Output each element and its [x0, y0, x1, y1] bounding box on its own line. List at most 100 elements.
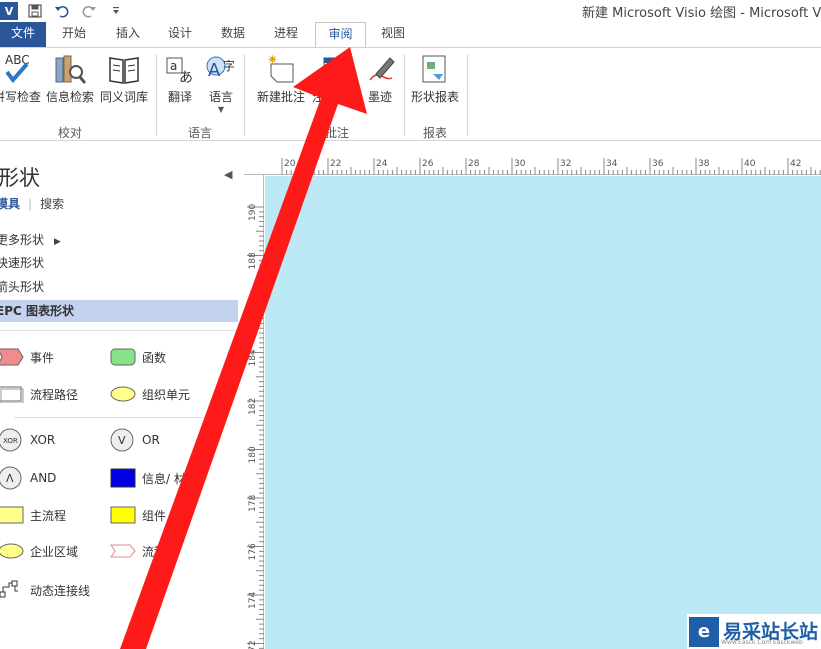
- event-shape-icon: [0, 348, 24, 366]
- save-icon[interactable]: [26, 2, 44, 20]
- shape-organizational-unit[interactable]: 组织单元: [110, 382, 190, 406]
- stencil-arrow-shapes[interactable]: 箭头形状: [0, 276, 44, 298]
- tab-view[interactable]: 视图: [371, 22, 415, 47]
- language-icon: A 字: [205, 52, 237, 86]
- group-label-proofing: 校对: [58, 126, 83, 140]
- ruler-label: 180: [248, 446, 258, 463]
- panel-title: 形状: [0, 166, 40, 190]
- shape-event[interactable]: 事件: [0, 345, 54, 369]
- shape-or[interactable]: V OR: [110, 428, 160, 452]
- language-button[interactable]: A 字 语言 ▼: [203, 52, 239, 114]
- group-separator: [244, 54, 245, 136]
- comments-pane-icon: [320, 52, 352, 86]
- information-shape-icon: [110, 468, 136, 488]
- site-watermark: e 易采站长站 Www.Easck.Com Easckweb: [687, 614, 821, 649]
- vertical-ruler: 190 188 186 184 182 180 178 176 174 172: [244, 175, 264, 649]
- tab-review[interactable]: 审阅: [315, 22, 366, 48]
- translate-button[interactable]: a あ 翻译: [162, 52, 198, 105]
- shape-dynamic-connector[interactable]: 动态连接线: [0, 578, 90, 602]
- stencil-more-shapes[interactable]: 更多形状 ▶: [0, 229, 61, 251]
- svg-text:A: A: [208, 60, 221, 81]
- shape-enterprise-area[interactable]: 企业区域: [0, 539, 78, 563]
- ruler-label: 24: [376, 159, 388, 169]
- svg-text:Λ: Λ: [6, 472, 14, 485]
- svg-text:あ: あ: [179, 70, 193, 86]
- tab-insert[interactable]: 插入: [106, 22, 150, 47]
- or-shape-icon: V: [110, 428, 134, 452]
- panel-tabs: 模具 | 搜索: [0, 195, 64, 212]
- component-shape-icon: [110, 506, 136, 524]
- process-group-shape-icon: [110, 544, 136, 558]
- tab-stencils[interactable]: 模具: [0, 197, 20, 211]
- drawing-page[interactable]: [265, 176, 821, 649]
- shape-xor[interactable]: XOR XOR: [0, 428, 55, 452]
- spellcheck-button[interactable]: ABC 拼写检查: [0, 52, 42, 105]
- research-button[interactable]: 信息检索: [44, 52, 96, 105]
- title-bar: V 新建 Microsoft Visio 绘图 - Microsoft Visi…: [0, 0, 821, 22]
- shape-information-material[interactable]: 信息/ 材料: [110, 466, 198, 490]
- group-separator: [404, 54, 405, 136]
- and-shape-icon: Λ: [0, 466, 22, 490]
- shape-function[interactable]: 函数: [110, 345, 166, 369]
- horizontal-ruler: 20 22 24 26 28 30 32 34 36 38 40 42: [244, 155, 821, 175]
- ruler-label: 36: [652, 159, 664, 169]
- svg-text:a: a: [170, 59, 177, 73]
- group-label-language: 语言: [188, 126, 213, 140]
- new-comment-button[interactable]: ✷ 新建批注: [252, 52, 310, 105]
- ruler-label: 42: [790, 159, 801, 169]
- ribbon-tabs: 文件 开始 插入 设计 数据 进程 审阅 视图: [0, 22, 821, 48]
- ruler-label: 28: [468, 159, 480, 169]
- customize-qat-icon[interactable]: [107, 2, 125, 20]
- redo-icon[interactable]: [80, 2, 98, 20]
- comments-pane-button[interactable]: 注释窗格: [312, 52, 360, 105]
- tab-process[interactable]: 进程: [264, 22, 308, 47]
- shape-component[interactable]: 组件: [110, 503, 166, 527]
- divider: [0, 330, 236, 331]
- ruler-label: 178: [248, 495, 258, 512]
- ruler-label: 172: [248, 640, 258, 649]
- tab-design[interactable]: 设计: [158, 22, 202, 47]
- ruler-label: 184: [248, 349, 258, 366]
- shape-main-process[interactable]: 主流程: [0, 503, 66, 527]
- ruler-label: 186: [248, 301, 258, 318]
- ruler-label: 30: [514, 159, 526, 169]
- shape-reports-button[interactable]: 形状报表: [408, 52, 462, 105]
- thesaurus-button[interactable]: 同义词库: [98, 52, 150, 105]
- ruler-label: 32: [560, 159, 571, 169]
- shape-process-group[interactable]: 流程组: [110, 539, 178, 563]
- collapse-panel-icon[interactable]: ◀: [224, 168, 232, 181]
- tab-data[interactable]: 数据: [211, 22, 255, 47]
- svg-text:字: 字: [223, 58, 235, 73]
- function-shape-icon: [110, 348, 136, 366]
- ruler-label: 182: [248, 398, 258, 415]
- tab-file[interactable]: 文件: [0, 22, 46, 47]
- ruler-label: 38: [698, 159, 710, 169]
- tab-search[interactable]: 搜索: [40, 197, 64, 211]
- watermark-subtext: Www.Easck.Com Easckweb: [721, 639, 803, 646]
- ruler-label: 40: [744, 159, 756, 169]
- shapes-panel: 形状 ◀ 模具 | 搜索 更多形状 ▶ 快速形状 箭头形状 EPC 图表形状 事件 函…: [0, 142, 244, 649]
- group-label-comments: 批注: [325, 126, 350, 140]
- ruler-label: 22: [330, 159, 341, 169]
- org-unit-shape-icon: [110, 386, 136, 402]
- shape-and[interactable]: Λ AND: [0, 466, 56, 490]
- tab-home[interactable]: 开始: [52, 22, 96, 47]
- visio-window: { "window": { "title": "新建 Microsoft Vis…: [0, 0, 821, 649]
- thesaurus-icon: [108, 52, 140, 86]
- ink-button[interactable]: 墨迹: [362, 52, 398, 105]
- stencil-quick-shapes[interactable]: 快速形状: [0, 252, 44, 274]
- ruler-label: 190: [248, 204, 258, 221]
- undo-icon[interactable]: [53, 2, 71, 20]
- dropdown-arrow-icon: ▼: [217, 105, 225, 114]
- divider: [14, 417, 226, 418]
- ruler-label: 174: [248, 592, 258, 609]
- xor-shape-icon: XOR: [0, 428, 22, 452]
- canvas-top-gap: [244, 142, 821, 155]
- shape-process-path[interactable]: 流程路径: [0, 382, 78, 406]
- ruler-label: 26: [422, 159, 434, 169]
- ribbon: ABC 拼写检查 信息检索: [0, 47, 821, 141]
- svg-text:✷: ✷: [267, 53, 278, 68]
- group-label-reports: 报表: [423, 126, 448, 140]
- stencil-epc-diagram[interactable]: EPC 图表形状: [0, 300, 238, 322]
- translate-icon: a あ: [164, 52, 196, 86]
